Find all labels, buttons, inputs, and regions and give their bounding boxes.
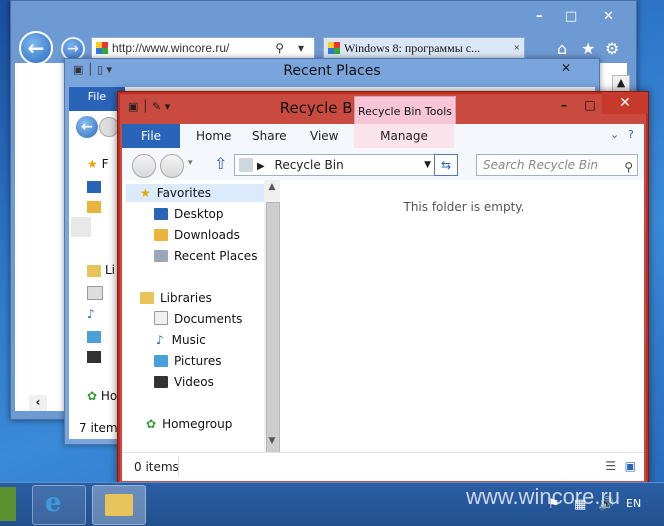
maximize-button[interactable]: □ <box>576 96 604 114</box>
address-bar[interactable]: http://www.wincore.ru/ ⚲ ▾ <box>91 37 315 59</box>
item-count: 0 items <box>134 460 179 474</box>
back-button[interactable]: ← <box>75 115 99 139</box>
chevron-right-icon: ▶ <box>257 161 265 172</box>
nav-item-libraries[interactable]: Libraries <box>140 289 212 307</box>
recent-places-icon <box>154 250 168 262</box>
favorites-star-icon[interactable]: ★ <box>581 39 595 58</box>
refresh-button[interactable]: ⇆ <box>434 154 458 176</box>
pictures-icon <box>87 329 105 343</box>
watermark: www.wincore.ru <box>466 484 621 509</box>
url-text: http://www.wincore.ru/ <box>112 41 230 55</box>
tab-title: Windows 8: программы с... <box>344 41 481 55</box>
details-view-icon[interactable]: ☰ <box>605 459 616 473</box>
file-menu[interactable]: File <box>122 124 180 148</box>
close-button[interactable]: ✕ <box>561 61 571 75</box>
recycle-bin-window: ▣ │ ✎ ▾ Recycle Bin Recycle Bin Tools – … <box>117 91 649 485</box>
help-icon[interactable]: ? <box>628 128 634 141</box>
tab-manage[interactable]: Manage <box>354 124 454 148</box>
empty-folder-message: This folder is empty. <box>403 200 525 214</box>
settings-gear-icon[interactable]: ⚙ <box>605 39 619 58</box>
recent-places-icon <box>71 217 91 237</box>
up-arrow-icon[interactable]: ⇧ <box>214 154 227 173</box>
scroll-up-icon[interactable]: ▲ <box>264 182 280 196</box>
folder-icon <box>105 494 133 516</box>
close-button[interactable]: ✕ <box>603 9 614 24</box>
scroll-thumb[interactable] <box>266 202 280 454</box>
maximize-button[interactable]: □ <box>565 9 577 24</box>
start-button[interactable] <box>0 487 16 521</box>
address-bar[interactable]: ▶ Recycle Bin ▼ <box>234 154 436 176</box>
site-favicon-icon <box>96 42 108 54</box>
star-icon: ★ <box>140 186 151 200</box>
videos-icon <box>154 376 168 388</box>
recent-locations-icon[interactable]: ▾ <box>188 158 193 168</box>
nav-item-documents[interactable]: Documents <box>154 310 242 328</box>
nav-item-homegroup[interactable]: ✿ Homegroup <box>146 415 232 433</box>
window-title: Recent Places <box>283 63 381 79</box>
search-icon[interactable]: ⚲ <box>275 38 284 58</box>
search-icon[interactable]: ⚲ <box>624 157 633 177</box>
scroll-left-button[interactable]: ‹ <box>29 395 47 411</box>
minimize-button[interactable]: – <box>536 9 543 24</box>
nav-item-downloads[interactable]: Downloads <box>154 226 240 244</box>
search-input[interactable]: Search Recycle Bin ⚲ <box>476 154 638 176</box>
forward-button[interactable] <box>99 117 119 137</box>
music-icon: ♪ <box>87 307 95 321</box>
recycle-bin-icon <box>239 158 253 172</box>
downloads-icon <box>87 199 105 213</box>
downloads-icon <box>154 229 168 241</box>
nav-item-desktop[interactable]: Desktop <box>154 205 224 223</box>
music-icon: ♪ <box>156 333 164 347</box>
nav-item-music[interactable]: ♪ Music <box>154 331 206 349</box>
file-list[interactable]: This folder is empty. <box>284 180 644 452</box>
address-text: Recycle Bin <box>274 158 344 172</box>
status-bar: 0 items ☰ ▣ <box>122 452 644 481</box>
libraries-icon <box>140 292 154 304</box>
back-button[interactable]: ← <box>19 31 53 65</box>
browser-tab[interactable]: Windows 8: программы с... × <box>323 37 525 59</box>
tab-favicon-icon <box>328 42 340 54</box>
divider <box>178 457 179 477</box>
taskbar-ie-button[interactable]: e <box>32 485 86 525</box>
tab-share[interactable]: Share <box>252 124 287 148</box>
nav-item-favorites[interactable]: ★ Favorites <box>126 184 264 202</box>
forward-button[interactable] <box>160 154 184 178</box>
address-dropdown-icon[interactable]: ▼ <box>424 155 431 175</box>
desktop-icon <box>154 208 168 220</box>
documents-icon <box>154 311 168 325</box>
large-icons-view-icon[interactable]: ▣ <box>625 459 636 473</box>
pictures-icon <box>154 355 168 367</box>
videos-icon <box>87 349 105 363</box>
tab-close-icon[interactable]: × <box>514 38 520 58</box>
nav-scrollbar[interactable]: ▲ ▼ <box>264 180 280 454</box>
taskbar-explorer-button[interactable] <box>92 485 146 525</box>
language-indicator[interactable]: EN <box>626 497 641 510</box>
nav-item-favorites[interactable]: ★ F <box>87 157 109 171</box>
expand-ribbon-icon[interactable]: ⌄ <box>610 128 619 141</box>
nav-item-pictures[interactable]: Pictures <box>154 352 222 370</box>
nav-item-homegroup[interactable]: ✿ Ho <box>87 389 117 403</box>
back-button[interactable] <box>132 154 156 178</box>
search-placeholder: Search Recycle Bin <box>483 158 599 172</box>
tab-view[interactable]: View <box>310 124 338 148</box>
navigation-pane: ★ Favorites Desktop Downloads Recent Plac… <box>122 180 285 452</box>
close-button[interactable]: ✕ <box>602 92 648 114</box>
home-icon[interactable]: ⌂ <box>557 39 567 58</box>
minimize-button[interactable]: – <box>550 96 578 114</box>
refresh-icon[interactable]: ▾ <box>298 38 304 58</box>
documents-icon <box>87 285 107 300</box>
tab-home[interactable]: Home <box>196 124 231 148</box>
nav-item-recent-places[interactable]: Recent Places <box>154 247 257 265</box>
homegroup-icon: ✿ <box>146 417 157 431</box>
desktop-icon <box>87 179 105 193</box>
nav-item-libraries[interactable]: Li <box>87 263 115 277</box>
nav-item-videos[interactable]: Videos <box>154 373 214 391</box>
scroll-down-icon[interactable]: ▼ <box>264 436 280 450</box>
internet-explorer-icon: e <box>45 488 62 518</box>
